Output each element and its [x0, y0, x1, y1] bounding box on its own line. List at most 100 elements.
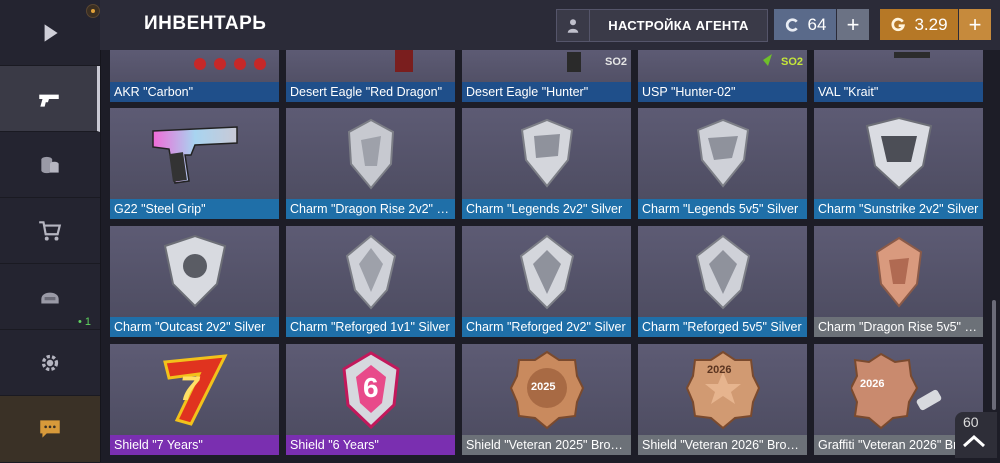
agent-settings-label: НАСТРОЙКА АГЕНТА — [608, 18, 749, 33]
item-art — [814, 226, 983, 317]
item-name: Charm "Legends 2v2" Silver — [462, 199, 631, 219]
item-name: Charm "Reforged 1v1" Silver — [286, 317, 455, 337]
inventory-card[interactable]: 2026 Shield "Veteran 2026" Bronze — [638, 344, 807, 455]
charm-art — [695, 234, 750, 309]
sidebar-item-coins[interactable] — [0, 132, 100, 198]
item-count-scroll-top[interactable]: 60 — [955, 412, 997, 458]
coins-icon — [41, 156, 59, 173]
cart-icon — [39, 220, 62, 241]
shield-6-number: 6 — [363, 372, 379, 403]
inventory-card[interactable]: Desert Eagle "Red Dragon" — [286, 50, 455, 102]
item-name: Charm "Dragon Rise 2v2" Silver — [286, 199, 455, 219]
item-count: 60 — [963, 414, 979, 430]
sidebar: • 1 — [0, 0, 101, 463]
inventory-card[interactable]: SO2 USP "Hunter-02" — [638, 50, 807, 102]
item-art — [462, 108, 631, 199]
item-art — [286, 50, 455, 82]
pistol-icon — [38, 94, 59, 107]
charm-art — [519, 234, 574, 309]
pistol-art — [151, 125, 238, 184]
item-art — [638, 108, 807, 199]
item-art: SO2 — [638, 50, 807, 82]
agents-count: • 1 — [78, 316, 92, 328]
inventory-card[interactable]: AKR "Carbon" — [110, 50, 279, 102]
silver-amount: 64 — [807, 14, 827, 34]
gold-amount: 3.29 — [914, 14, 948, 34]
item-name: VAL "Krait" — [814, 82, 983, 102]
item-art — [638, 226, 807, 317]
item-art — [814, 50, 983, 82]
inventory-card[interactable]: Charm "Dragon Rise 2v2" Silver — [286, 108, 455, 219]
helmet-icon — [41, 292, 59, 303]
item-art — [110, 108, 279, 199]
inventory-card[interactable]: 2025 Shield "Veteran 2025" Bronze — [462, 344, 631, 455]
inventory-card[interactable]: Charm "Outcast 2v2" Silver — [110, 226, 279, 337]
sidebar-item-chat[interactable] — [0, 396, 100, 463]
item-art: SO2 — [462, 50, 631, 82]
inventory-grid: AKR "Carbon" Desert Eagle "Red Dragon" S… — [110, 50, 990, 462]
charm-art — [163, 234, 226, 307]
sidebar-item-inventory[interactable] — [0, 66, 100, 132]
inventory-card[interactable]: Charm "Reforged 2v2" Silver — [462, 226, 631, 337]
inventory-card[interactable]: 6 Shield "6 Years" — [286, 344, 455, 455]
add-gold-button[interactable]: + — [959, 9, 991, 40]
item-name: Charm "Reforged 5v5" Silver — [638, 317, 807, 337]
item-art — [286, 226, 455, 317]
badge-year: 2026 — [860, 378, 885, 390]
badge-year: 2026 — [707, 364, 732, 376]
add-silver-button[interactable]: + — [837, 9, 869, 40]
inventory-card[interactable]: Charm "Reforged 5v5" Silver — [638, 226, 807, 337]
item-name: AKR "Carbon" — [110, 82, 279, 102]
inventory-card[interactable]: 7 Shield "7 Years" — [110, 344, 279, 455]
charm-art — [345, 234, 396, 310]
item-name: Charm "Reforged 2v2" Silver — [462, 317, 631, 337]
silver-currency: 64 — [774, 9, 836, 40]
inventory-card[interactable]: VAL "Krait" — [814, 50, 983, 102]
item-art: 7 — [110, 344, 279, 435]
scrollbar[interactable] — [992, 300, 996, 410]
header: ИНВЕНТАРЬ НАСТРОЙКА АГЕНТА 64 + 3.29 + — [100, 0, 1000, 50]
item-name: Desert Eagle "Hunter" — [462, 82, 631, 102]
gold-currency: 3.29 — [880, 9, 958, 40]
inventory-card[interactable]: Charm "Legends 5v5" Silver — [638, 108, 807, 219]
item-name: Charm "Dragon Rise 5v5" Bronze — [814, 317, 983, 337]
silver-coin-icon — [785, 17, 798, 32]
agent-settings-button[interactable]: НАСТРОЙКА АГЕНТА — [556, 9, 768, 42]
inventory-card[interactable]: SO2 Desert Eagle "Hunter" — [462, 50, 631, 102]
agent-icon — [557, 10, 590, 41]
play-icon — [44, 23, 58, 42]
item-name: Shield "6 Years" — [286, 435, 455, 455]
charm-art — [696, 118, 749, 188]
item-art — [814, 108, 983, 199]
item-name: Charm "Outcast 2v2" Silver — [110, 317, 279, 337]
sidebar-item-shop[interactable] — [0, 198, 100, 264]
so2-logo: SO2 — [781, 56, 804, 68]
item-name: Shield "Veteran 2025" Bronze — [462, 435, 631, 455]
item-name: G22 "Steel Grip" — [110, 199, 279, 219]
inventory-card[interactable]: Charm "Reforged 1v1" Silver — [286, 226, 455, 337]
item-name: Shield "7 Years" — [110, 435, 279, 455]
inventory-card[interactable]: G22 "Steel Grip" — [110, 108, 279, 219]
item-art: 6 — [286, 344, 455, 435]
so2-logo: SO2 — [605, 56, 628, 68]
sidebar-item-settings[interactable] — [0, 330, 100, 396]
item-art — [110, 226, 279, 317]
page-title: ИНВЕНТАРЬ — [144, 13, 267, 34]
item-art — [110, 50, 279, 82]
item-name: USP "Hunter-02" — [638, 82, 807, 102]
sidebar-item-play[interactable] — [0, 0, 100, 66]
inventory-card[interactable]: Charm "Dragon Rise 5v5" Bronze — [814, 226, 983, 337]
charm-art — [875, 236, 922, 308]
charm-art — [520, 118, 573, 188]
veteran-badge-art — [685, 350, 760, 429]
charm-art — [865, 116, 932, 189]
chevron-up-icon — [962, 434, 986, 448]
badge-year: 2025 — [531, 381, 556, 393]
item-name: Desert Eagle "Red Dragon" — [286, 82, 455, 102]
inventory-card[interactable]: Charm "Sunstrike 2v2" Silver — [814, 108, 983, 219]
item-art: 2026 — [638, 344, 807, 435]
inventory-card[interactable]: Charm "Legends 2v2" Silver — [462, 108, 631, 219]
item-art — [462, 226, 631, 317]
charm-art — [347, 118, 394, 190]
item-name: Charm "Sunstrike 2v2" Silver — [814, 199, 983, 219]
